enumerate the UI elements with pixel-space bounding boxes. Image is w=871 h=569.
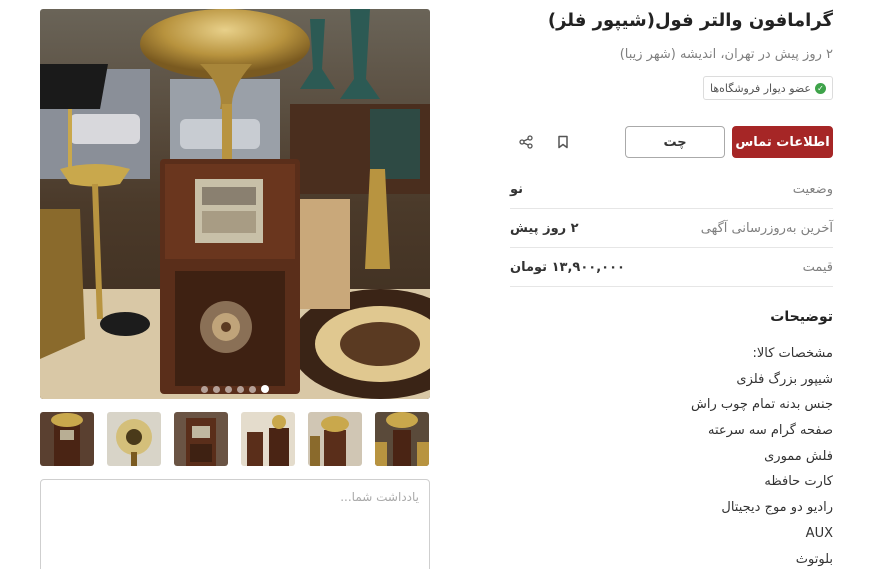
thumbnail-image xyxy=(241,412,295,466)
thumbnail-2[interactable] xyxy=(107,412,161,466)
detail-value: ۱۳,۹۰۰,۰۰۰ تومان xyxy=(510,259,625,275)
thumbnail-image xyxy=(375,412,429,466)
detail-value: نو xyxy=(510,181,524,197)
detail-key: قیمت xyxy=(802,259,833,275)
personal-note-input[interactable] xyxy=(40,479,430,569)
store-member-label: عضو دیوار فروشگاه‌ها xyxy=(710,81,811,95)
main-product-image[interactable] xyxy=(40,9,430,399)
carousel-dot[interactable] xyxy=(213,385,220,393)
bookmark-icon xyxy=(558,135,568,149)
listing-subtitle: ۲ روز پیش در تهران، اندیشه (شهر زیبا) xyxy=(619,47,833,62)
share-icon xyxy=(519,135,533,149)
gramophone-photo xyxy=(40,9,430,399)
thumbnail-6[interactable] xyxy=(375,412,429,466)
verified-check-icon: ✓ xyxy=(815,82,826,94)
carousel-dot[interactable] xyxy=(249,385,256,393)
detail-row-condition: وضعیت نو xyxy=(510,170,833,209)
description-line: مشخصات کالا: xyxy=(752,346,833,361)
detail-value: ۲ روز پیش xyxy=(510,220,579,236)
thumbnail-image xyxy=(40,412,94,466)
store-member-badge[interactable]: ✓ عضو دیوار فروشگاه‌ها xyxy=(703,76,833,100)
description-line: بلوتوث xyxy=(795,551,833,567)
carousel-dot[interactable] xyxy=(237,385,244,393)
thumbnail-strip xyxy=(40,412,430,466)
listing-title: گرامافون والتر فول(شیپور فلز) xyxy=(547,10,833,31)
carousel-dots xyxy=(40,385,430,393)
thumbnail-image xyxy=(308,412,362,466)
description-line: فلش مموری xyxy=(764,448,833,464)
thumbnail-5[interactable] xyxy=(308,412,362,466)
thumbnail-image xyxy=(174,412,228,466)
chat-button[interactable]: چت xyxy=(625,126,725,158)
carousel-dot[interactable] xyxy=(225,385,232,393)
description-line: AUX xyxy=(805,525,833,541)
thumbnail-4[interactable] xyxy=(241,412,295,466)
thumbnail-1[interactable] xyxy=(40,412,94,466)
detail-key: آخرین به‌روزرسانی آگهی xyxy=(700,220,833,236)
description-line: شیپور بزرگ فلزی xyxy=(736,371,833,387)
thumbnail-image xyxy=(107,412,161,466)
detail-key: وضعیت xyxy=(792,181,833,197)
description-line: جنس بدنه تمام چوب راش xyxy=(691,397,833,413)
description-list: مشخصات کالا: شیپور بزرگ فلزی جنس بدنه تم… xyxy=(691,344,833,569)
contact-info-button[interactable]: اطلاعات تماس xyxy=(732,126,833,158)
thumbnail-3[interactable] xyxy=(174,412,228,466)
description-line: کارت حافظه xyxy=(764,474,833,490)
detail-row-last-update: آخرین به‌روزرسانی آگهی ۲ روز پیش xyxy=(510,209,833,248)
share-button[interactable] xyxy=(514,130,538,154)
description-line: صفحه گرام سه سرعته xyxy=(708,423,833,439)
description-line: رادیو دو موج دیجیتال xyxy=(721,500,833,516)
description-title: توضیحات xyxy=(770,309,833,325)
detail-row-price: قیمت ۱۳,۹۰۰,۰۰۰ تومان xyxy=(510,248,833,287)
carousel-dot[interactable] xyxy=(201,385,208,393)
bookmark-button[interactable] xyxy=(551,130,575,154)
carousel-dot-active[interactable] xyxy=(261,385,269,393)
